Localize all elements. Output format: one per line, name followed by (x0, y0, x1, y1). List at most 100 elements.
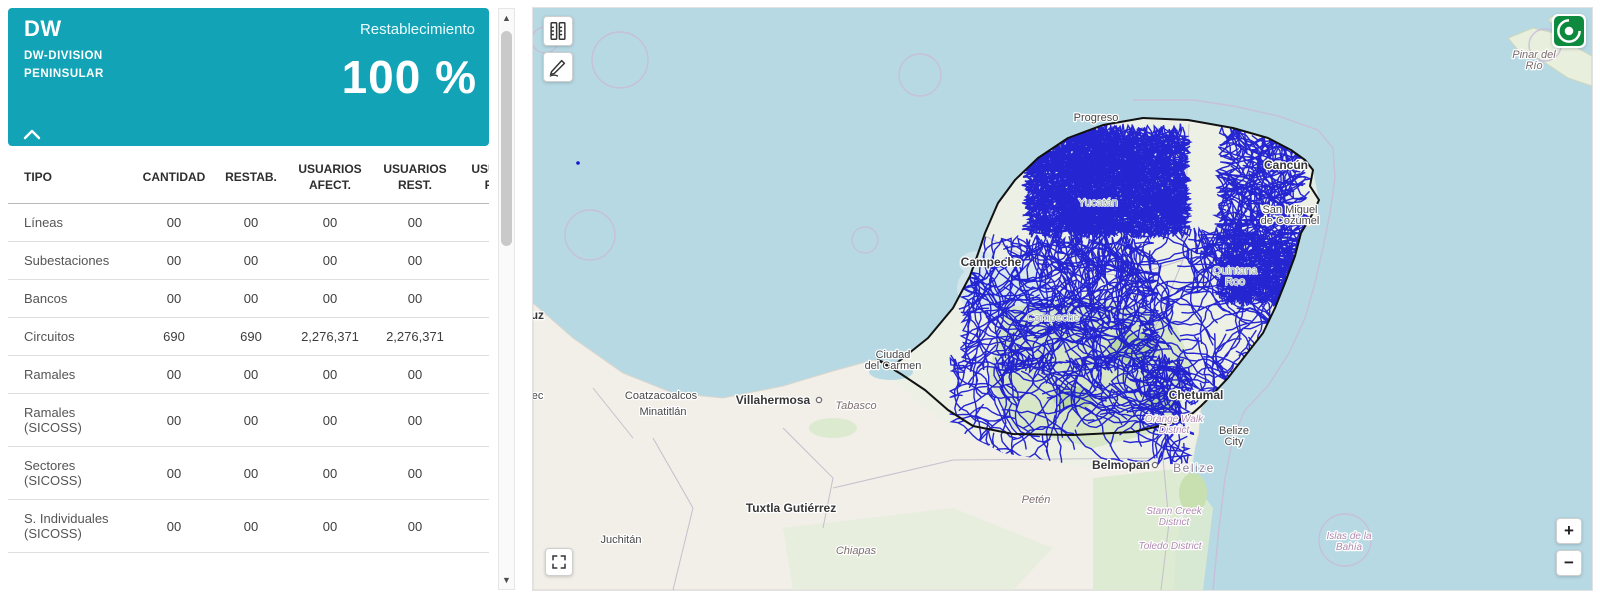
row-value: 00 (134, 280, 214, 318)
row-value: 00 (458, 318, 489, 356)
scrollbar-thumb[interactable] (501, 31, 512, 246)
map-label: Cancún (1264, 158, 1308, 172)
division-subtitle: DW-DIVISION PENINSULAR (24, 48, 104, 84)
row-value: 00 (372, 500, 458, 553)
row-value: 00 (134, 356, 214, 394)
map-label: Yucatán (1078, 197, 1118, 209)
row-value: 00 (214, 447, 288, 500)
green-target-logo-icon (1554, 16, 1584, 46)
collapse-chevron-icon[interactable] (22, 128, 42, 141)
brand-logo-button[interactable] (1552, 14, 1586, 48)
division-subtitle-line2: PENINSULAR (24, 68, 104, 80)
map-label: Minatitlán (639, 406, 686, 418)
row-label: Bancos (8, 280, 134, 318)
ruler-icon (547, 20, 569, 42)
row-value: 00 (134, 204, 214, 242)
row-value: 00 (372, 242, 458, 280)
table-row: Líneas0000000000 (8, 204, 489, 242)
row-value: 00 (288, 242, 372, 280)
row-label: S. Individuales (SICOSS) (8, 500, 134, 553)
row-value: 00 (134, 500, 214, 553)
row-value: 00 (458, 500, 489, 553)
map-label: Petén (1022, 494, 1051, 506)
scroll-down-arrow-icon[interactable]: ▼ (499, 572, 514, 588)
zoom-out-button[interactable]: − (1556, 550, 1582, 576)
row-value: 00 (288, 500, 372, 553)
row-value: 690 (134, 318, 214, 356)
row-value: 00 (372, 204, 458, 242)
row-value: 00 (288, 204, 372, 242)
zoom-in-button[interactable]: + (1556, 518, 1582, 544)
row-label: Líneas (8, 204, 134, 242)
row-value: 00 (214, 204, 288, 242)
column-header: TIPO (8, 152, 134, 204)
map-label: Belmopan (1092, 458, 1150, 472)
table-row: Ramales (SICOSS)0000000000 (8, 394, 489, 447)
stats-table-head: TIPOCANTIDADRESTAB.USUARIOS AFECT.USUARI… (8, 152, 489, 204)
row-value: 2,276,371 (372, 318, 458, 356)
stats-table-body: Líneas0000000000Subestaciones0000000000B… (8, 204, 489, 553)
city-dot-icon (1152, 462, 1157, 467)
map-label: Progreso (1074, 112, 1119, 124)
row-value: 00 (458, 204, 489, 242)
map[interactable]: ProgresoCancúnCampecheCiudaddel CarmenVe… (533, 8, 1592, 590)
row-label: Sectores (SICOSS) (8, 447, 134, 500)
row-label: Ramales (8, 356, 134, 394)
row-value: 00 (288, 356, 372, 394)
map-label: Chiapas (836, 545, 877, 557)
row-label: Circuitos (8, 318, 134, 356)
network-speck (576, 161, 580, 165)
row-value: 00 (458, 356, 489, 394)
column-header: USUARIOS REST. (372, 152, 458, 204)
column-header: RESTAB. (214, 152, 288, 204)
map-label: Tuxtla Gutiérrez (746, 501, 836, 515)
row-value: 00 (458, 394, 489, 447)
row-label: Subestaciones (8, 242, 134, 280)
row-label: Ramales (SICOSS) (8, 394, 134, 447)
column-header: USUARIOS PEND. (458, 152, 489, 204)
map-label: Tuxtepec (533, 390, 544, 402)
stats-header-row: TIPOCANTIDADRESTAB.USUARIOS AFECT.USUARI… (8, 152, 489, 204)
scroll-up-arrow-icon[interactable]: ▲ (499, 10, 514, 26)
row-value: 00 (214, 394, 288, 447)
stats-table-container: TIPOCANTIDADRESTAB.USUARIOS AFECT.USUARI… (8, 152, 489, 553)
row-value: 00 (372, 356, 458, 394)
division-panel: DW DW-DIVISION PENINSULAR Restablecimien… (8, 8, 489, 590)
table-row: Circuitos6906902,276,3712,276,37100 (8, 318, 489, 356)
map-label: San Miguelde Cozumel (1261, 204, 1320, 227)
map-label: Tabasco (835, 400, 876, 412)
row-value: 00 (458, 280, 489, 318)
row-value: 00 (134, 394, 214, 447)
row-value: 00 (458, 447, 489, 500)
table-row: S. Individuales (SICOSS)0000000000 (8, 500, 489, 553)
column-header: USUARIOS AFECT. (288, 152, 372, 204)
map-label: Chetumal (1169, 388, 1224, 402)
map-label: Coatzacoalcos (625, 390, 698, 402)
map-label: Veracruz (533, 308, 544, 322)
table-row: Ramales0000000000 (8, 356, 489, 394)
row-value: 00 (288, 280, 372, 318)
row-value: 00 (214, 356, 288, 394)
panel-scrollbar[interactable]: ▲ ▼ (498, 8, 515, 590)
row-value: 00 (214, 500, 288, 553)
row-value: 00 (214, 242, 288, 280)
city-dot-icon (816, 397, 821, 402)
fullscreen-icon (550, 553, 568, 571)
division-subtitle-line1: DW-DIVISION (24, 50, 103, 62)
division-header: DW DW-DIVISION PENINSULAR Restablecimien… (8, 8, 489, 146)
row-value: 2,276,371 (288, 318, 372, 356)
row-value: 00 (134, 242, 214, 280)
table-row: Sectores (SICOSS)0000000000 (8, 447, 489, 500)
row-value: 00 (288, 394, 372, 447)
draw-tool-button[interactable] (543, 52, 573, 82)
row-value: 00 (288, 447, 372, 500)
row-value: 00 (458, 242, 489, 280)
stats-table: TIPOCANTIDADRESTAB.USUARIOS AFECT.USUARI… (8, 152, 489, 553)
map-label: Toledo District (1139, 541, 1203, 552)
restoration-percentage: 100 % (342, 50, 477, 104)
measure-tool-button[interactable] (543, 16, 573, 46)
restoration-dashboard: DW DW-DIVISION PENINSULAR Restablecimien… (0, 0, 1600, 598)
fullscreen-button[interactable] (545, 548, 573, 576)
map-label: Campeche (961, 255, 1022, 269)
row-value: 00 (372, 280, 458, 318)
